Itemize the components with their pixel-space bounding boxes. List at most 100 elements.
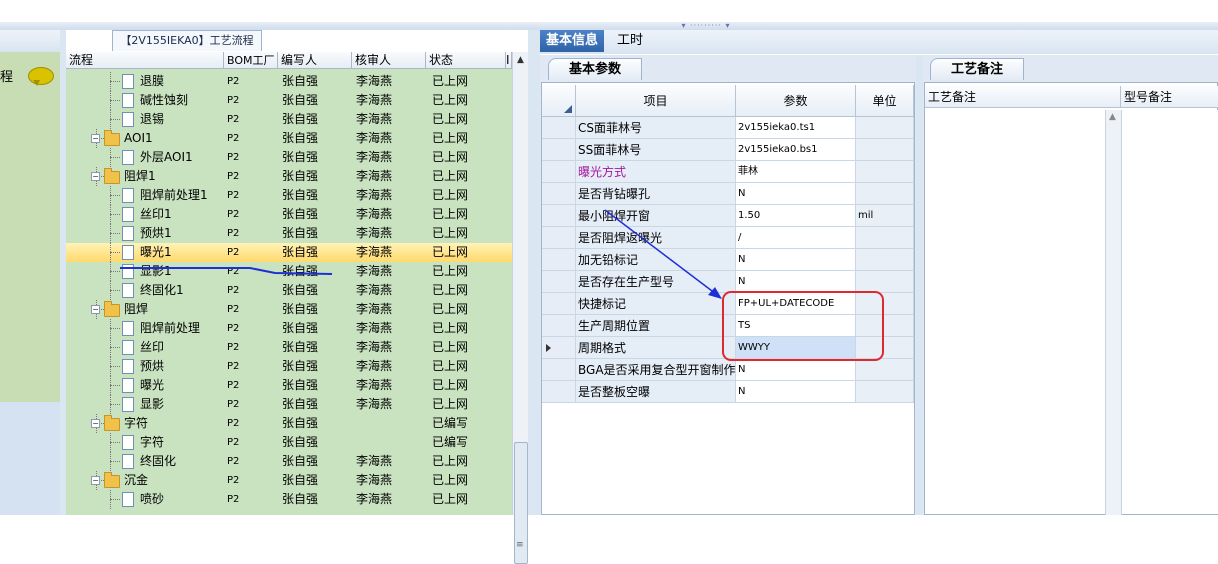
expand-toggle-icon[interactable]: − — [91, 419, 100, 428]
status-text: 已上网 — [432, 454, 469, 468]
param-value[interactable]: WWYY — [736, 337, 856, 359]
tree-row[interactable]: 退膜 P2 张自强 李海燕 已上网 — [66, 72, 512, 91]
chat-icon[interactable] — [28, 67, 54, 86]
tree-row[interactable]: 喷砂 P2 张自强 李海燕 已上网 — [66, 490, 512, 509]
row-header[interactable] — [542, 161, 576, 183]
document-icon — [122, 226, 134, 241]
tab-basic-info[interactable]: 基本信息 — [540, 30, 605, 52]
params-header-value[interactable]: 参数 — [736, 85, 856, 117]
right-splitter[interactable] — [916, 55, 923, 515]
tree-row[interactable]: − AOI1 P2 张自强 李海燕 已上网 — [66, 129, 512, 148]
row-header[interactable] — [542, 249, 576, 271]
tree-row[interactable]: 字符 P2 张自强 已编写 — [66, 433, 512, 452]
row-header[interactable] — [542, 381, 576, 403]
folder-icon — [104, 301, 120, 317]
row-header[interactable] — [542, 337, 576, 359]
tree-row[interactable]: − 沉金 P2 张自强 李海燕 已上网 — [66, 471, 512, 490]
params-row[interactable]: 是否阻焊返曝光 / — [542, 227, 914, 249]
params-row[interactable]: BGA是否采用复合型开窗制作 N — [542, 359, 914, 381]
tab-work-hours[interactable]: 工时 — [611, 30, 649, 52]
tree-row[interactable]: 曝光 P2 张自强 李海燕 已上网 — [66, 376, 512, 395]
tree-row[interactable]: 终固化 P2 张自强 李海燕 已上网 — [66, 452, 512, 471]
tree-row[interactable]: 阻焊前处理 P2 张自强 李海燕 已上网 — [66, 319, 512, 338]
column-header-process[interactable]: 流程 — [66, 52, 224, 69]
scroll-up-arrow-icon[interactable]: ▲ — [513, 52, 528, 68]
param-value[interactable]: N — [736, 381, 856, 403]
row-header[interactable] — [542, 183, 576, 205]
tree-row[interactable]: − 字符 P2 张自强 已编写 — [66, 414, 512, 433]
params-row[interactable]: 生产周期位置 TS — [542, 315, 914, 337]
params-header-item[interactable]: 项目 — [576, 85, 736, 117]
expand-toggle-icon[interactable]: − — [91, 476, 100, 485]
row-header[interactable] — [542, 359, 576, 381]
params-row[interactable]: 最小阻焊开窗 1.50 mil — [542, 205, 914, 227]
reviewer-name — [356, 433, 428, 452]
param-value[interactable]: N — [736, 271, 856, 293]
row-header[interactable] — [542, 205, 576, 227]
param-value[interactable]: 菲林 — [736, 161, 856, 183]
params-row[interactable]: 是否整板空曝 N — [542, 381, 914, 403]
params-row[interactable]: CS面菲林号 2v155ieka0.ts1 — [542, 117, 914, 139]
row-header[interactable] — [542, 293, 576, 315]
row-header[interactable] — [542, 271, 576, 293]
params-row[interactable]: 快捷标记 FP+UL+DATECODE — [542, 293, 914, 315]
tree-row[interactable]: 显影1 P2 张自强 李海燕 已上网 — [66, 262, 512, 281]
param-value[interactable]: FP+UL+DATECODE — [736, 293, 856, 315]
tab-process-notes[interactable]: 工艺备注 — [930, 58, 1024, 80]
column-header-status[interactable]: 状态 — [426, 52, 506, 69]
params-row[interactable]: 加无铅标记 N — [542, 249, 914, 271]
tab-basic-params[interactable]: 基本参数 — [548, 58, 642, 80]
params-header-unit[interactable]: 单位 — [856, 85, 914, 117]
row-header[interactable] — [542, 227, 576, 249]
notes-scrollbar[interactable]: ▲ — [1105, 110, 1122, 515]
tree-vertical-scrollbar[interactable]: ▲ ≡ — [512, 52, 528, 564]
scroll-up-arrow-icon[interactable]: ▲ — [1109, 112, 1116, 122]
tree-row[interactable]: 显影 P2 张自强 李海燕 已上网 — [66, 395, 512, 414]
splitter-grip-icon[interactable]: ▾ ········· ▾ — [676, 22, 736, 30]
tree-row[interactable]: 预烘1 P2 张自强 李海燕 已上网 — [66, 224, 512, 243]
process-notes-textarea[interactable] — [926, 110, 1108, 514]
row-header[interactable] — [542, 315, 576, 337]
bom-factory: P2 — [227, 95, 240, 106]
params-corner-header[interactable] — [542, 85, 576, 117]
param-value[interactable]: TS — [736, 315, 856, 337]
column-header-writer[interactable]: 编写人 — [278, 52, 352, 69]
param-value[interactable]: N — [736, 249, 856, 271]
column-header-reviewer[interactable]: 核审人 — [352, 52, 426, 69]
bom-factory: P2 — [227, 209, 240, 220]
param-value[interactable]: N — [736, 183, 856, 205]
param-value[interactable]: N — [736, 359, 856, 381]
params-row[interactable]: SS面菲林号 2v155ieka0.bs1 — [542, 139, 914, 161]
model-notes-textarea[interactable] — [1122, 110, 1218, 514]
tree-row[interactable]: 预烘 P2 张自强 李海燕 已上网 — [66, 357, 512, 376]
tree-row[interactable]: 丝印 P2 张自强 李海燕 已上网 — [66, 338, 512, 357]
param-value[interactable]: 2v155ieka0.ts1 — [736, 117, 856, 139]
params-row[interactable]: 是否存在生产型号 N — [542, 271, 914, 293]
tree-row[interactable]: 碱性蚀刻 P2 张自强 李海燕 已上网 — [66, 91, 512, 110]
tree-row[interactable]: − 阻焊1 P2 张自强 李海燕 已上网 — [66, 167, 512, 186]
params-row[interactable]: 周期格式 WWYY — [542, 337, 914, 359]
bom-factory: P2 — [227, 437, 240, 448]
writer-name: 张自强 — [282, 207, 319, 221]
expand-toggle-icon[interactable]: − — [91, 305, 100, 314]
expand-toggle-icon[interactable]: − — [91, 172, 100, 181]
column-header-bom[interactable]: BOM工厂 — [224, 52, 278, 69]
row-header[interactable] — [542, 139, 576, 161]
notes-header-process: 工艺备注 — [925, 86, 1120, 108]
tree-row[interactable]: 终固化1 P2 张自强 李海燕 已上网 — [66, 281, 512, 300]
middle-splitter[interactable] — [528, 30, 540, 515]
tree-row[interactable]: 退锡 P2 张自强 李海燕 已上网 — [66, 110, 512, 129]
param-value[interactable]: 2v155ieka0.bs1 — [736, 139, 856, 161]
tree-row[interactable]: 外层AOI1 P2 张自强 李海燕 已上网 — [66, 148, 512, 167]
top-splitter[interactable] — [0, 22, 1218, 30]
param-value[interactable]: / — [736, 227, 856, 249]
tree-row[interactable]: 阻焊前处理1 P2 张自强 李海燕 已上网 — [66, 186, 512, 205]
tree-row[interactable]: − 阻焊 P2 张自强 李海燕 已上网 — [66, 300, 512, 319]
params-row[interactable]: 曝光方式 菲林 — [542, 161, 914, 183]
tree-row[interactable]: 丝印1 P2 张自强 李海燕 已上网 — [66, 205, 512, 224]
row-header[interactable] — [542, 117, 576, 139]
expand-toggle-icon[interactable]: − — [91, 134, 100, 143]
param-value[interactable]: 1.50 — [736, 205, 856, 227]
params-row[interactable]: 是否背钻曝孔 N — [542, 183, 914, 205]
tree-row[interactable]: 曝光1 P2 张自强 李海燕 已上网 — [66, 243, 512, 262]
